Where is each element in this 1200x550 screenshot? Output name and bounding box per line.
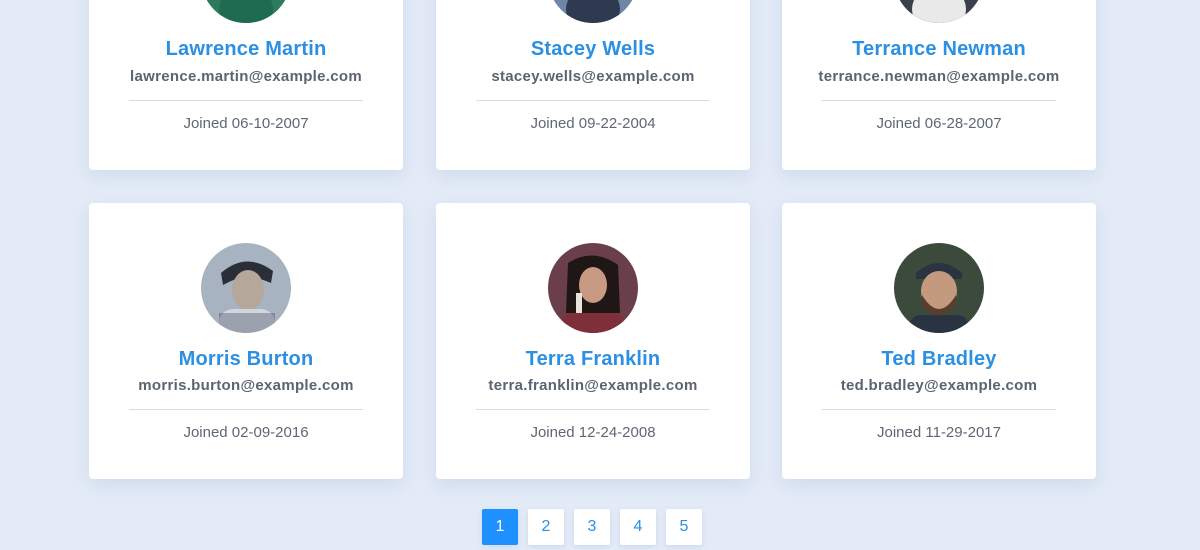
join-date: Joined 02-09-2016 [183, 424, 309, 441]
user-name: Morris Burton [178, 348, 314, 370]
user-card[interactable]: Terrance Newman terrance.newman@example.… [782, 0, 1096, 170]
page-button-4[interactable]: 4 [620, 509, 656, 545]
user-avatar [548, 0, 638, 23]
page-button-2[interactable]: 2 [528, 509, 564, 545]
user-name: Terra Franklin [525, 348, 661, 370]
divider [822, 409, 1056, 410]
user-card[interactable]: Terra Franklin terra.franklin@example.co… [436, 203, 750, 479]
page-button-5[interactable]: 5 [666, 509, 702, 545]
join-date: Joined 09-22-2004 [530, 115, 656, 132]
user-email: stacey.wells@example.com [491, 68, 695, 85]
user-name: Terrance Newman [852, 38, 1026, 60]
pagination: 1 2 3 4 5 [482, 509, 702, 545]
user-name: Stacey Wells [530, 38, 656, 60]
page-button-3[interactable]: 3 [574, 509, 610, 545]
user-card-grid: Lawrence Martin lawrence.martin@example.… [0, 0, 1200, 550]
user-card[interactable]: Morris Burton morris.burton@example.com … [89, 203, 403, 479]
user-card[interactable]: Ted Bradley ted.bradley@example.com Join… [782, 203, 1096, 479]
user-avatar [894, 243, 984, 333]
user-card[interactable]: Stacey Wells stacey.wells@example.com Jo… [436, 0, 750, 170]
user-email: ted.bradley@example.com [840, 377, 1038, 394]
join-date: Joined 12-24-2008 [530, 424, 656, 441]
divider [822, 100, 1056, 101]
user-name: Lawrence Martin [165, 38, 327, 60]
user-email: terrance.newman@example.com [818, 68, 1060, 85]
join-date: Joined 11-29-2017 [877, 424, 1001, 441]
user-card[interactable]: Lawrence Martin lawrence.martin@example.… [89, 0, 403, 170]
user-avatar [548, 243, 638, 333]
divider [476, 100, 710, 101]
user-avatar [201, 243, 291, 333]
divider [129, 100, 363, 101]
user-name: Ted Bradley [881, 348, 997, 370]
divider [476, 409, 710, 410]
user-avatar [894, 0, 984, 23]
join-date: Joined 06-28-2007 [876, 115, 1002, 132]
divider [129, 409, 363, 410]
join-date: Joined 06-10-2007 [183, 115, 309, 132]
user-avatar [201, 0, 291, 23]
user-email: morris.burton@example.com [138, 377, 354, 394]
user-email: lawrence.martin@example.com [130, 68, 362, 85]
page-button-1[interactable]: 1 [482, 509, 518, 545]
user-email: terra.franklin@example.com [488, 377, 698, 394]
